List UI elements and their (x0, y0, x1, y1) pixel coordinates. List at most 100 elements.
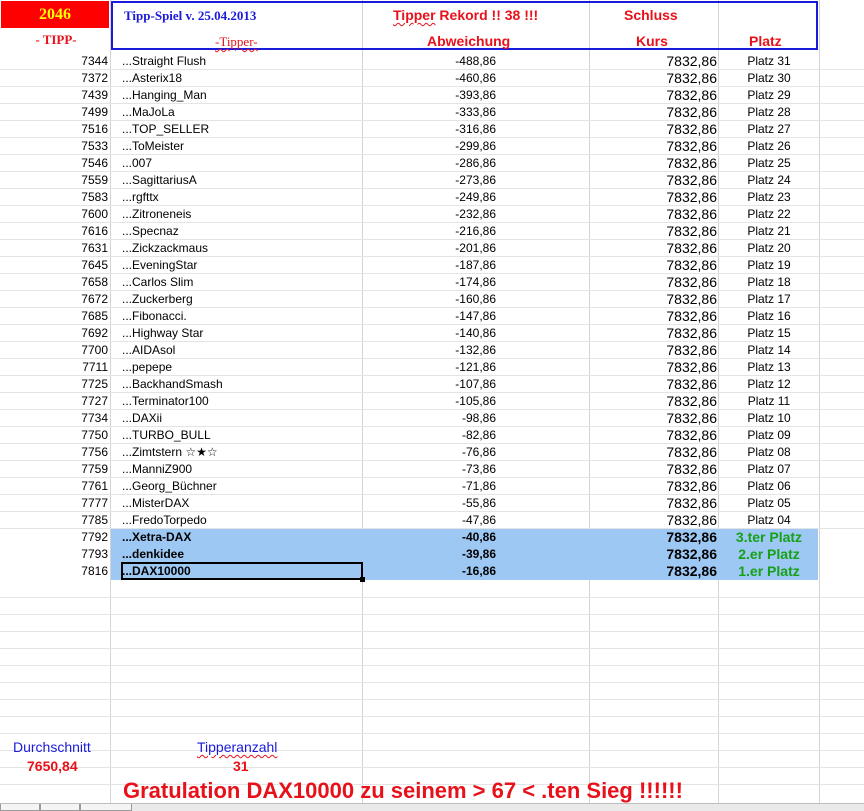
cell-kurs[interactable]: 7832,86 (590, 529, 717, 546)
cell-abweichung[interactable]: -71,86 (363, 478, 496, 495)
table-row[interactable]: 7533 ...ToMeister -299,86 7832,86 Platz 26 (0, 138, 864, 155)
cell-tipper[interactable]: ...Specnaz (122, 223, 360, 240)
cell-platz[interactable]: 1.er Platz (720, 563, 818, 580)
cell-abweichung[interactable]: -55,86 (363, 495, 496, 512)
table-row[interactable]: 7734 ...DAXii -98,86 7832,86 Platz 10 (0, 410, 864, 427)
cell-platz[interactable]: Platz 14 (720, 342, 818, 359)
table-row[interactable]: 7685 ...Fibonacci. -147,86 7832,86 Platz 16 (0, 308, 864, 325)
cell-abweichung[interactable]: -47,86 (363, 512, 496, 529)
table-row[interactable]: 7645 ...EveningStar -187,86 7832,86 Platz 19 (0, 257, 864, 274)
cell-tipp[interactable]: 7499 (0, 104, 108, 121)
cell-tipp[interactable]: 7658 (0, 274, 108, 291)
cell-platz[interactable]: Platz 20 (720, 240, 818, 257)
table-row[interactable]: 7725 ...BackhandSmash -107,86 7832,86 Platz … (0, 376, 864, 393)
cell-abweichung[interactable]: -488,86 (363, 53, 496, 70)
cell-tipp[interactable]: 7600 (0, 206, 108, 223)
table-row[interactable]: 7692 ...Highway Star -140,86 7832,86 Platz 1… (0, 325, 864, 342)
cell-tipper[interactable]: ...MisterDAX (122, 495, 360, 512)
cell-tipp[interactable]: 7516 (0, 121, 108, 138)
cell-tipp[interactable]: 7685 (0, 308, 108, 325)
cell-kurs[interactable]: 7832,86 (590, 223, 717, 240)
table-row[interactable]: 7672 ...Zuckerberg -160,86 7832,86 Platz 17 (0, 291, 864, 308)
table-row[interactable]: 7344 ...Straight Flush -488,86 7832,86 Platz… (0, 53, 864, 70)
tipperanzahl-value[interactable]: 31 (233, 758, 249, 774)
cell-platz[interactable]: Platz 12 (720, 376, 818, 393)
cell-tipp[interactable]: 7372 (0, 70, 108, 87)
cell-abweichung[interactable]: -316,86 (363, 121, 496, 138)
cell-tipp[interactable]: 7672 (0, 291, 108, 308)
cell-platz[interactable]: Platz 22 (720, 206, 818, 223)
cell-tipp[interactable]: 7785 (0, 512, 108, 529)
column-header-abweichung[interactable]: Abweichung (427, 33, 510, 49)
durchschnitt-label[interactable]: Durchschnitt (13, 739, 91, 755)
cell-tipper[interactable]: ...Georg_Büchner (122, 478, 360, 495)
cell-platz[interactable]: Platz 11 (720, 393, 818, 410)
cell-tipp[interactable]: 7533 (0, 138, 108, 155)
cell-tipper[interactable]: ...Straight Flush (122, 53, 360, 70)
cell-tipper[interactable]: ...BackhandSmash (122, 376, 360, 393)
cell-platz[interactable]: Platz 24 (720, 172, 818, 189)
cell-kurs[interactable]: 7832,86 (590, 138, 717, 155)
cell-platz[interactable]: Platz 09 (720, 427, 818, 444)
cell-abweichung[interactable]: -216,86 (363, 223, 496, 240)
cell-platz[interactable]: Platz 23 (720, 189, 818, 206)
cell-abweichung[interactable]: -140,86 (363, 325, 496, 342)
cell-platz[interactable]: Platz 30 (720, 70, 818, 87)
cell-platz[interactable]: Platz 13 (720, 359, 818, 376)
cell-tipper[interactable]: ...SagittariusA (122, 172, 360, 189)
cell-abweichung[interactable]: -273,86 (363, 172, 496, 189)
cell-tipper[interactable]: ...Zuckerberg (122, 291, 360, 308)
cell-platz[interactable]: Platz 05 (720, 495, 818, 512)
cell-tipp[interactable]: 7756 (0, 444, 108, 461)
table-row[interactable]: 7372 ...Asterix18 -460,86 7832,86 Platz 30 (0, 70, 864, 87)
cell-tipper[interactable]: ...Xetra-DAX (122, 529, 360, 546)
cell-abweichung[interactable]: -107,86 (363, 376, 496, 393)
table-row[interactable]: 7759 ...ManniZ900 -73,86 7832,86 Platz 07 (0, 461, 864, 478)
cell-platz[interactable]: Platz 21 (720, 223, 818, 240)
cell-abweichung[interactable]: -40,86 (363, 529, 496, 546)
table-row[interactable]: 7792 ...Xetra-DAX -40,86 7832,86 3.ter Platz (0, 529, 864, 546)
cell-platz[interactable]: Platz 18 (720, 274, 818, 291)
durchschnitt-value[interactable]: 7650,84 (27, 758, 78, 774)
table-row[interactable]: 7499 ...MaJoLa -333,86 7832,86 Platz 28 (0, 104, 864, 121)
table-row[interactable]: 7516 ...TOP_SELLER -316,86 7832,86 Platz 27 (0, 121, 864, 138)
cell-kurs[interactable]: 7832,86 (590, 172, 717, 189)
selected-cell-border[interactable] (121, 562, 363, 580)
cell-tipper[interactable]: ...pepepe (122, 359, 360, 376)
cell-abweichung[interactable]: -201,86 (363, 240, 496, 257)
cell-tipper[interactable]: ...TOP_SELLER (122, 121, 360, 138)
column-header-tipper[interactable]: -Tipper- (215, 34, 258, 50)
cell-abweichung[interactable]: -76,86 (363, 444, 496, 461)
cell-kurs[interactable]: 7832,86 (590, 427, 717, 444)
cell-tipp[interactable]: 7631 (0, 240, 108, 257)
cell-kurs[interactable]: 7832,86 (590, 87, 717, 104)
cell-kurs[interactable]: 7832,86 (590, 257, 717, 274)
tipperanzahl-label[interactable]: Tipperanzahl (197, 739, 277, 755)
cell-tipper[interactable]: ...FredoTorpedo (122, 512, 360, 529)
cell-kurs[interactable]: 7832,86 (590, 478, 717, 495)
cell-tipp[interactable]: 7777 (0, 495, 108, 512)
table-row[interactable]: 7777 ...MisterDAX -55,86 7832,86 Platz 05 (0, 495, 864, 512)
cell-kurs[interactable]: 7832,86 (590, 410, 717, 427)
cell-abweichung[interactable]: -286,86 (363, 155, 496, 172)
cell-kurs[interactable]: 7832,86 (590, 53, 717, 70)
cell-tipp[interactable]: 7725 (0, 376, 108, 393)
cell-abweichung[interactable]: -105,86 (363, 393, 496, 410)
cell-tipp[interactable]: 7616 (0, 223, 108, 240)
cell-abweichung[interactable]: -249,86 (363, 189, 496, 206)
cell-abweichung[interactable]: -460,86 (363, 70, 496, 87)
cell-abweichung[interactable]: -393,86 (363, 87, 496, 104)
cell-tipp[interactable]: 7439 (0, 87, 108, 104)
cell-tipp[interactable]: 7750 (0, 427, 108, 444)
cell-tipper[interactable]: ...Carlos Slim (122, 274, 360, 291)
cell-platz[interactable]: Platz 16 (720, 308, 818, 325)
cell-tipp[interactable]: 7759 (0, 461, 108, 478)
cell-platz[interactable]: 3.ter Platz (720, 529, 818, 546)
cell-tipper[interactable]: ...ToMeister (122, 138, 360, 155)
cell-kurs[interactable]: 7832,86 (590, 495, 717, 512)
cell-kurs[interactable]: 7832,86 (590, 393, 717, 410)
cell-tipper[interactable]: ...MaJoLa (122, 104, 360, 121)
cell-tipp[interactable]: 7583 (0, 189, 108, 206)
cell-platz[interactable]: Platz 26 (720, 138, 818, 155)
cell-platz[interactable]: Platz 31 (720, 53, 818, 70)
